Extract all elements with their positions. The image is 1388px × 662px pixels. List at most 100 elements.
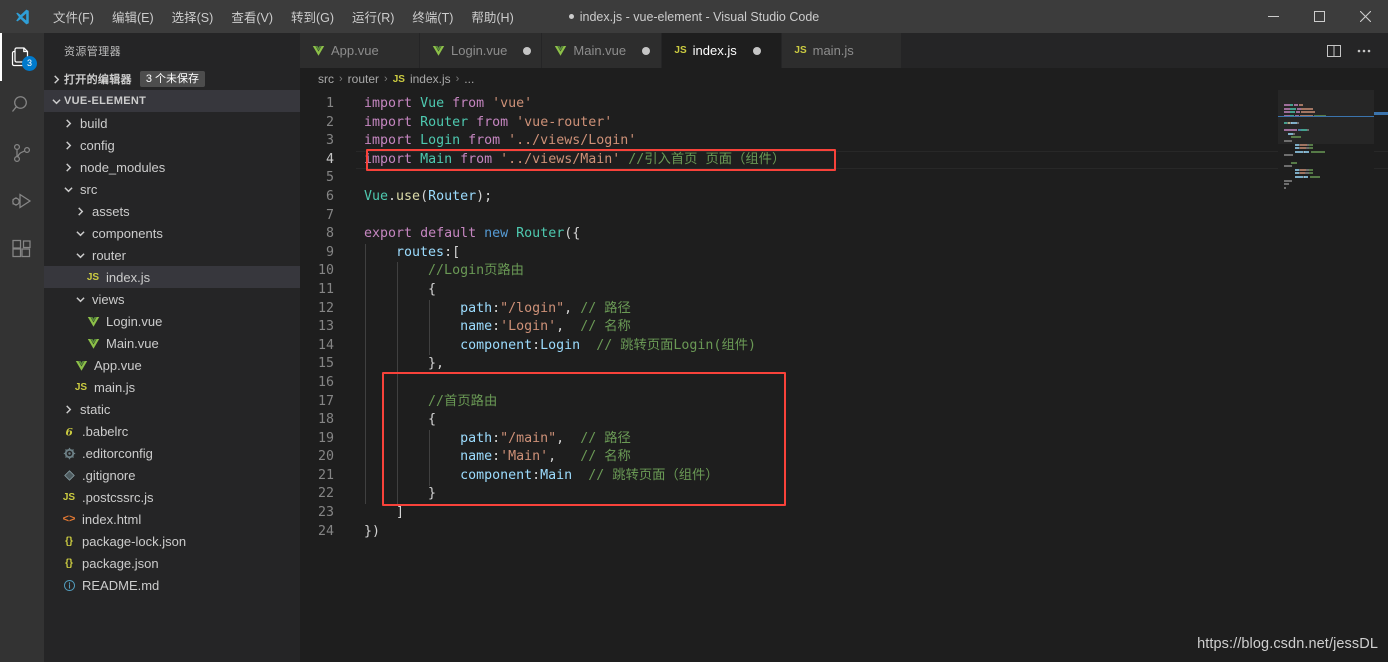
code-line-text[interactable]: ]	[356, 504, 1388, 523]
menu-terminal[interactable]: 终端(T)	[403, 0, 462, 33]
split-editor-right-icon[interactable]	[1326, 43, 1342, 59]
code-line-text[interactable]: Vue.use(Router);	[356, 188, 1388, 207]
tab-list[interactable]: App.vue Login.vue Main.vue JS index.js JS main…	[300, 33, 903, 68]
tab-dirty-dot[interactable]	[752, 46, 761, 55]
code-line[interactable]: 15 },	[300, 355, 1388, 374]
code-line-text[interactable]: {	[356, 281, 1388, 300]
activity-bar-item-explorer[interactable]: 3	[0, 33, 44, 81]
code-line[interactable]: 14 component:Login // 跳转页面Login(组件)	[300, 337, 1388, 356]
code-line-text[interactable]: path:"/login", // 路径	[356, 300, 1388, 319]
menu-file[interactable]: 文件(F)	[44, 0, 103, 33]
activity-bar-item-run-debug[interactable]	[0, 177, 44, 225]
tab-Login-vue[interactable]: Login.vue	[420, 33, 543, 68]
menu-selection[interactable]: 选择(S)	[163, 0, 223, 33]
menu-go[interactable]: 转到(G)	[282, 0, 343, 33]
code-line-text[interactable]: //首页路由	[356, 393, 1388, 412]
code-content[interactable]: 1 import Vue from 'vue' 2 import Router fro…	[300, 90, 1388, 662]
menu-bar[interactable]: 文件(F) 编辑(E) 选择(S) 查看(V) 转到(G) 运行(R) 终端(T) 帮助(H)	[44, 0, 523, 33]
minimize-button[interactable]	[1250, 0, 1296, 33]
menu-edit[interactable]: 编辑(E)	[103, 0, 163, 33]
code-line[interactable]: 10 //Login页路由	[300, 262, 1388, 281]
menu-help[interactable]: 帮助(H)	[462, 0, 522, 33]
code-line[interactable]: 16	[300, 374, 1388, 393]
tab-main-js[interactable]: JS main.js	[782, 33, 903, 68]
breadcrumb-part[interactable]: index.js	[410, 72, 451, 86]
code-line-text[interactable]: //Login页路由	[356, 262, 1388, 281]
code-line-text[interactable]: name:'Main', // 名称	[356, 448, 1388, 467]
section-open-editors[interactable]: 打开的编辑器 3 个未保存	[44, 68, 300, 90]
tree-folder[interactable]: router	[44, 244, 300, 266]
code-line[interactable]: 13 name:'Login', // 名称	[300, 318, 1388, 337]
close-button[interactable]	[1342, 0, 1388, 33]
tree-file[interactable]: {} package-lock.json	[44, 530, 300, 552]
code-line[interactable]: 24})	[300, 523, 1388, 542]
tree-folder[interactable]: config	[44, 134, 300, 156]
tree-file[interactable]: .editorconfig	[44, 442, 300, 464]
code-line[interactable]: 9 routes:[	[300, 244, 1388, 263]
menu-view[interactable]: 查看(V)	[222, 0, 282, 33]
tree-file[interactable]: App.vue	[44, 354, 300, 376]
code-line-text[interactable]: component:Main // 跳转页面（组件）	[356, 467, 1388, 486]
code-line[interactable]: 8 export default new Router({	[300, 225, 1388, 244]
tree-file[interactable]: <> index.html	[44, 508, 300, 530]
chevron-down-icon[interactable]	[60, 185, 76, 194]
tab-App-vue[interactable]: App.vue	[300, 33, 420, 68]
tab-dirty-dot[interactable]	[642, 46, 651, 55]
code-line-text[interactable]: },	[356, 355, 1388, 374]
tree-folder[interactable]: assets	[44, 200, 300, 222]
tree-file[interactable]: Main.vue	[44, 332, 300, 354]
tree-file[interactable]: JS index.js	[44, 266, 300, 288]
tree-folder[interactable]: src	[44, 178, 300, 200]
chevron-right-icon[interactable]	[60, 118, 76, 128]
code-line[interactable]: 6 Vue.use(Router);	[300, 188, 1388, 207]
code-line[interactable]: 22 }	[300, 485, 1388, 504]
code-line[interactable]: 1 import Vue from 'vue'	[300, 95, 1388, 114]
tree-file[interactable]: README.md	[44, 574, 300, 596]
code-line[interactable]: 21 component:Main // 跳转页面（组件）	[300, 467, 1388, 486]
code-lines[interactable]: 1 import Vue from 'vue' 2 import Router fro…	[300, 90, 1388, 541]
code-line[interactable]: 4 import Main from '../views/Main' //引入首页…	[300, 151, 1388, 170]
tab-dirty-dot[interactable]	[523, 46, 532, 55]
code-line[interactable]: 5	[300, 169, 1388, 188]
tree-file[interactable]: JS .postcssrc.js	[44, 486, 300, 508]
tree-folder[interactable]: static	[44, 398, 300, 420]
tab-Main-vue[interactable]: Main.vue	[542, 33, 663, 68]
code-line-text[interactable]: {	[356, 411, 1388, 430]
chevron-down-icon[interactable]	[72, 251, 88, 260]
code-line-text[interactable]: name:'Login', // 名称	[356, 318, 1388, 337]
more-actions-icon[interactable]	[1356, 43, 1372, 59]
tree-file[interactable]: JS main.js	[44, 376, 300, 398]
vertical-scrollbar[interactable]	[1374, 90, 1388, 662]
chevron-down-icon[interactable]	[72, 295, 88, 304]
activity-bar-item-search[interactable]	[0, 81, 44, 129]
tree-folder[interactable]: views	[44, 288, 300, 310]
tree-folder[interactable]: build	[44, 112, 300, 134]
code-line[interactable]: 23 ]	[300, 504, 1388, 523]
tree-file[interactable]: .gitignore	[44, 464, 300, 486]
chevron-right-icon[interactable]	[72, 206, 88, 216]
editor-viewport[interactable]: 1 import Vue from 'vue' 2 import Router fro…	[300, 90, 1388, 662]
code-line[interactable]: 7	[300, 207, 1388, 226]
chevron-down-icon[interactable]	[72, 229, 88, 238]
breadcrumb-part[interactable]: router	[348, 72, 379, 86]
code-line[interactable]: 19 path:"/main", // 路径	[300, 430, 1388, 449]
code-line-text[interactable]: component:Login // 跳转页面Login(组件)	[356, 337, 1388, 356]
code-line[interactable]: 20 name:'Main', // 名称	[300, 448, 1388, 467]
activity-bar-item-source-control[interactable]	[0, 129, 44, 177]
code-line[interactable]: 12 path:"/login", // 路径	[300, 300, 1388, 319]
tree-folder[interactable]: node_modules	[44, 156, 300, 178]
code-line-text[interactable]: }	[356, 485, 1388, 504]
code-line-text[interactable]: import Vue from 'vue'	[356, 95, 1388, 114]
tree-file[interactable]: {} package.json	[44, 552, 300, 574]
code-line-text[interactable]: import Router from 'vue-router'	[356, 114, 1388, 133]
code-line-text[interactable]: routes:[	[356, 244, 1388, 263]
code-line[interactable]: 2 import Router from 'vue-router'	[300, 114, 1388, 133]
tree-file[interactable]: Login.vue	[44, 310, 300, 332]
code-line[interactable]: 18 {	[300, 411, 1388, 430]
chevron-right-icon[interactable]	[60, 404, 76, 414]
tree-file[interactable]: 6 .babelrc	[44, 420, 300, 442]
code-line-text[interactable]: export default new Router({	[356, 225, 1388, 244]
code-line-text[interactable]: import Login from '../views/Login'	[356, 132, 1388, 151]
section-project-root[interactable]: VUE-ELEMENT	[44, 90, 300, 112]
breadcrumb[interactable]: src › router › JS index.js ›...	[300, 68, 1388, 90]
